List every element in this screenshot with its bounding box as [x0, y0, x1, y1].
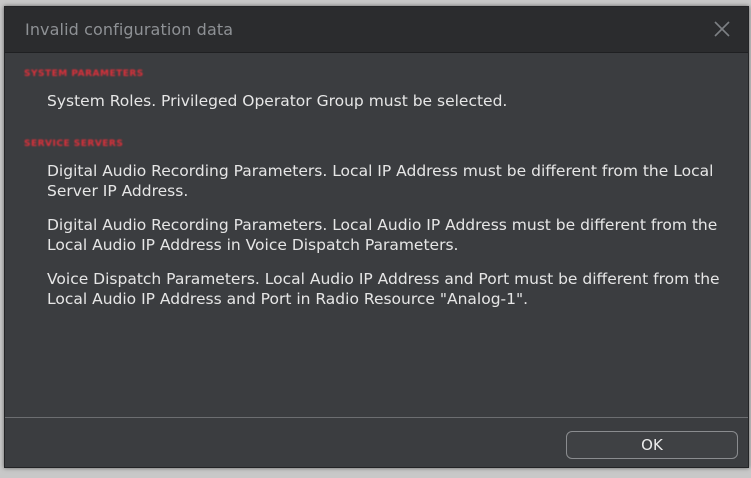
error-message: System Roles. Privileged Operator Group … [47, 92, 508, 110]
dialog-content: SYSTEM PARAMETERS System Roles. Privileg… [5, 61, 748, 413]
dialog-titlebar[interactable]: Invalid configuration data [5, 7, 748, 53]
section-header-system-parameters: SYSTEM PARAMETERS [24, 69, 144, 79]
ok-button[interactable]: OK [566, 431, 738, 459]
section-header-service-servers: SERVICE SERVERS [24, 139, 124, 149]
error-message: Digital Audio Recording Parameters. Loca… [47, 162, 714, 200]
footer-divider [5, 417, 748, 418]
error-message: Voice Dispatch Parameters. Local Audio I… [47, 270, 720, 308]
error-message: Digital Audio Recording Parameters. Loca… [47, 216, 718, 254]
close-icon [714, 21, 730, 37]
error-dialog: Invalid configuration data SYSTEM PARAME… [4, 6, 749, 468]
dialog-title: Invalid configuration data [25, 20, 234, 39]
close-button[interactable] [708, 15, 736, 43]
